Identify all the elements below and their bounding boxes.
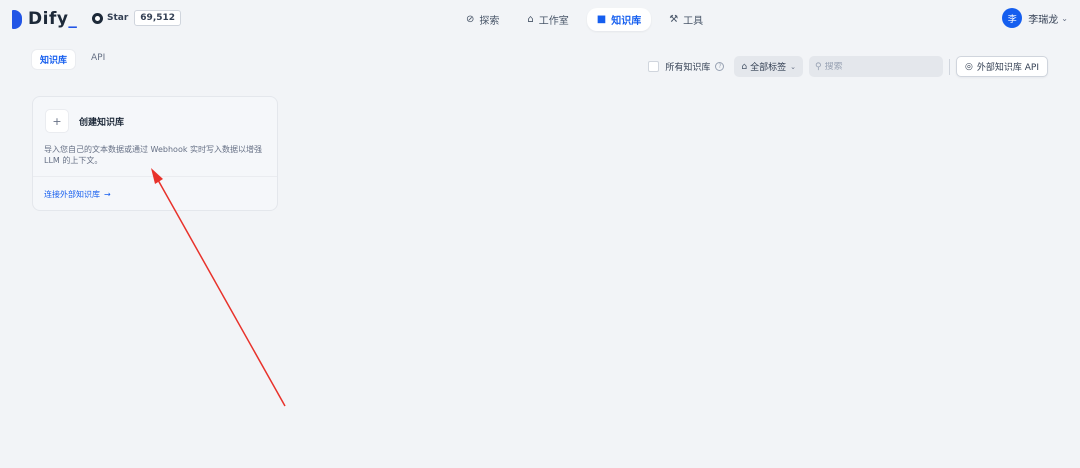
github-star-label: Star <box>107 13 129 23</box>
search-box[interactable]: ⚲ <box>809 56 944 77</box>
tag-filter-dropdown[interactable]: ⌂ 全部标签 ⌄ <box>734 56 804 77</box>
all-kb-checkbox[interactable] <box>648 61 660 72</box>
chevron-down-icon: ⌄ <box>1061 13 1068 23</box>
tab-api[interactable]: API <box>83 50 113 69</box>
chevron-down-icon: ⌄ <box>790 62 797 71</box>
nav-explore[interactable]: ⊘ 探索 <box>456 8 509 31</box>
create-knowledge-card[interactable]: + 创建知识库 导入您自己的文本数据或通过 Webhook 实时写入数据以增强 … <box>32 96 278 211</box>
nav-knowledge[interactable]: ■ 知识库 <box>586 8 652 31</box>
nav-studio-label: 工作室 <box>538 16 569 27</box>
create-knowledge-description: 导入您自己的文本数据或通过 Webhook 实时写入数据以增强 LLM 的上下文… <box>44 145 263 165</box>
search-icon: ⚲ <box>815 61 822 72</box>
logo-text: Dify <box>28 9 69 29</box>
arrow-right-icon: → <box>104 190 111 199</box>
external-kb-api-button[interactable]: ◎ 外部知识库 API <box>956 56 1048 77</box>
plus-icon: + <box>45 109 69 133</box>
annotation-arrow-line <box>157 179 286 407</box>
github-icon <box>92 12 103 24</box>
github-star-count: 69,512 <box>134 10 182 26</box>
help-icon[interactable]: ? <box>715 62 725 71</box>
nav-explore-label: 探索 <box>479 16 500 27</box>
avatar: 李 <box>1002 8 1023 28</box>
search-input[interactable] <box>824 61 935 72</box>
hammer-icon: ⚒ <box>669 14 679 25</box>
compass-icon: ⊘ <box>466 14 475 25</box>
tab-knowledge[interactable]: 知识库 <box>32 50 76 69</box>
user-name: 李瑞龙 <box>1028 14 1059 26</box>
filter-toolbar: 所有知识库 ? ⌂ 全部标签 ⌄ ⚲ ◎ 外部知识库 API <box>648 56 1048 77</box>
main-nav: ⊘ 探索 ⌂ 工作室 ■ 知识库 ⚒ 工具 <box>456 8 713 31</box>
top-header: Dify_ Star 69,512 ⊘ 探索 ⌂ 工作室 ■ 知识库 ⚒ 工具 … <box>0 0 1080 37</box>
api-connection-icon: ◎ <box>965 61 973 72</box>
toolbar-divider <box>949 58 951 75</box>
tag-filter-label: 全部标签 <box>750 63 787 73</box>
connect-external-kb-link[interactable]: 连接外部知识库 → <box>44 189 111 200</box>
github-star-widget[interactable]: Star 69,512 <box>92 10 182 26</box>
card-divider <box>33 176 277 177</box>
book-icon: ■ <box>596 14 607 25</box>
nav-tools[interactable]: ⚒ 工具 <box>659 8 713 31</box>
connect-external-kb-label: 连接外部知识库 <box>44 190 100 199</box>
logo-underscore: _ <box>68 9 78 29</box>
robot-icon: ⌂ <box>527 14 534 25</box>
nav-tools-label: 工具 <box>683 16 704 27</box>
nav-knowledge-label: 知识库 <box>611 16 642 27</box>
dify-logo-mark <box>12 9 22 29</box>
user-menu[interactable]: 李 李瑞龙 ⌄ <box>1002 8 1068 28</box>
all-kb-label: 所有知识库 <box>665 63 711 73</box>
nav-studio[interactable]: ⌂ 工作室 <box>517 8 578 31</box>
kb-tabs: 知识库 API <box>32 50 113 69</box>
external-kb-api-label: 外部知识库 API <box>976 63 1039 73</box>
tag-icon: ⌂ <box>741 61 748 72</box>
dify-logo[interactable]: Dify_ <box>12 9 77 29</box>
create-knowledge-title: 创建知识库 <box>79 117 125 128</box>
